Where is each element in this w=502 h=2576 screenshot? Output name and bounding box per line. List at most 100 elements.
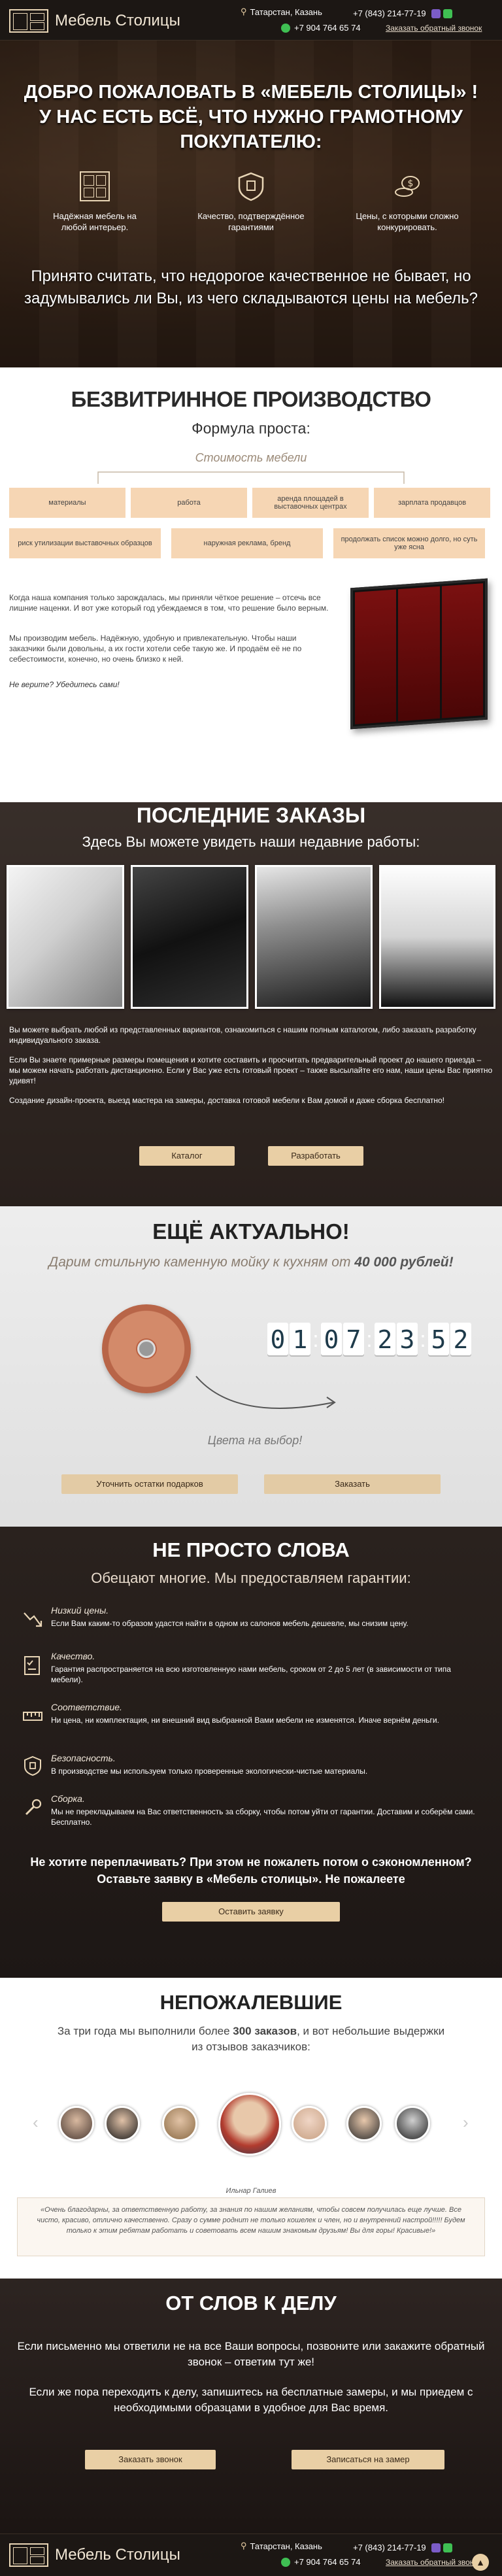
viber-icon[interactable] — [431, 9, 441, 18]
callback-link[interactable]: Заказать обратный звонок — [386, 21, 497, 35]
callback-link[interactable]: Заказать обратный звонок — [386, 2555, 484, 2569]
production-para: Мы производим мебель. Надёжную, удобную … — [9, 634, 302, 664]
cost-card: риск утилизации выставочных образцов — [9, 528, 161, 558]
offer-subtitle: Дарим стильную каменную мойку к кухням о… — [48, 1255, 454, 1270]
phone2[interactable]: +7 904 764 65 74 — [294, 2555, 361, 2569]
contact-section: ОТ СЛОВ К ДЕЛУ Если письменно мы ответил… — [0, 2279, 502, 2534]
avatar[interactable] — [346, 2106, 382, 2141]
contact-text: Если же пора переходить к делу, запишите… — [29, 2386, 473, 2414]
order-button[interactable]: Заказать — [264, 1474, 441, 1494]
carousel-next[interactable]: › — [463, 2112, 469, 2133]
address: ⚲ Татарстан, Казань — [241, 7, 322, 17]
guarantee-item: Низкий цены. Если Вам каким-то образом у… — [22, 1605, 480, 1644]
hero-subtitle: Принято считать, что недорогое качествен… — [24, 267, 478, 307]
request-call-button[interactable]: Заказать звонок — [85, 2450, 216, 2469]
location-pin-icon: ⚲ — [241, 7, 247, 16]
logo-icon — [9, 2543, 48, 2567]
guarantee-item: Качество. Гарантия распространяется на в… — [22, 1651, 480, 1690]
leave-request-button[interactable]: Оставить заявку — [162, 1902, 340, 1922]
gallery-image[interactable] — [379, 865, 495, 1009]
footer-logo[interactable]: Мебель Столицы — [9, 2543, 180, 2567]
feature-item: Качество, подтверждённое гарантиями — [176, 171, 326, 233]
phone2[interactable]: +7 904 764 65 74 — [294, 21, 361, 35]
develop-button[interactable]: Разработать — [268, 1146, 363, 1166]
guarantee-item: Безопасность. В производстве мы использу… — [22, 1753, 480, 1786]
checklist-icon — [24, 1656, 40, 1675]
orders-subtitle: Здесь Вы можете увидеть наши недавние ра… — [82, 834, 420, 850]
contact-title: ОТ СЛОВ К ДЕЛУ — [165, 2292, 337, 2314]
review-text: «Очень благодарны, за ответственную рабо… — [37, 2206, 465, 2235]
guarantees-subtitle: Обещают многие. Мы предоставляем гаранти… — [91, 1570, 411, 1586]
avatar[interactable] — [395, 2106, 430, 2141]
gallery-image[interactable] — [131, 865, 248, 1009]
shield-icon — [24, 1755, 41, 1776]
feature-item: Надёжная мебель на любой интерьер. — [20, 171, 170, 233]
avatar[interactable] — [105, 2106, 140, 2141]
whatsapp-icon[interactable] — [281, 2558, 290, 2567]
timer-digit: 2 — [450, 1323, 471, 1357]
header: Мебель Столицы ⚲ Татарстан, Казань +7 (8… — [0, 0, 502, 41]
whatsapp-icon[interactable] — [443, 9, 452, 18]
orders-para: Вы можете выбрать любой из представленны… — [9, 1025, 477, 1045]
avatar-active[interactable] — [218, 2093, 281, 2156]
timer-digit: 1 — [290, 1323, 310, 1357]
phone1[interactable]: +7 (843) 214-77-19 — [353, 2541, 426, 2555]
gallery-image[interactable] — [255, 865, 373, 1009]
arrow-decoration — [195, 1376, 336, 1409]
avatar[interactable] — [59, 2106, 94, 2141]
reviewer-name: Ильнар Галиев — [226, 2187, 276, 2195]
offer-amount: 40 000 рублей! — [354, 1255, 454, 1270]
reviews-subtitle: За три года мы выполнили более 300 заказ… — [57, 2025, 445, 2053]
offer-section: ЕЩЁ АКТУАЛЬНО! Дарим стильную каменную м… — [0, 1206, 502, 1527]
production-para: Когда наша компания только зарождалась, … — [9, 593, 329, 613]
guarantee-item: Соответствие. Ни цена, ни комплектация, … — [22, 1702, 480, 1741]
timer-digit: 0 — [267, 1323, 288, 1357]
logo[interactable]: Мебель Столицы — [9, 9, 180, 33]
production-para-italic: Не верите? Убедитесь сами! — [9, 680, 120, 689]
check-gifts-button[interactable]: Уточнить остатки подарков — [61, 1474, 238, 1494]
reviews-section: НЕПОЖАЛЕВШИЕ За три года мы выполнили бо… — [0, 1978, 502, 2279]
reviews-title: НЕПОЖАЛЕВШИЕ — [159, 1991, 343, 2014]
formula-brace — [97, 471, 405, 484]
timer-digit: 7 — [343, 1323, 364, 1357]
ruler-icon — [23, 1712, 42, 1721]
carousel-prev[interactable]: ‹ — [33, 2112, 39, 2133]
countdown-timer: 01:07:23:52 — [267, 1323, 473, 1362]
price-label: Стоимость мебели — [195, 451, 307, 464]
timer-digit: 5 — [428, 1323, 449, 1357]
catalog-button[interactable]: Каталог — [139, 1146, 235, 1166]
guarantees-section: НЕ ПРОСТО СЛОВА Обещают многие. Мы предо… — [0, 1527, 502, 1978]
avatar[interactable] — [162, 2106, 197, 2141]
avatar[interactable] — [292, 2106, 327, 2141]
coins-icon: $ — [395, 176, 420, 197]
cost-card: продолжать список можно долго, но суть у… — [333, 528, 485, 558]
gallery-image[interactable] — [7, 865, 124, 1009]
guarantee-item: Сборка. Мы не перекладываем на Вас ответ… — [22, 1793, 480, 1833]
chart-down-icon — [24, 1612, 42, 1627]
footer-address: ⚲ Татарстан, Казань — [241, 2541, 322, 2551]
timer-digit: 2 — [375, 1323, 395, 1357]
orders-count: 300 заказов — [233, 2025, 297, 2037]
cost-card: материалы — [9, 488, 126, 518]
location-pin-icon: ⚲ — [241, 2541, 247, 2551]
svg-text:$: $ — [408, 178, 414, 189]
footer: Мебель Столицы ⚲ Татарстан, Казань +7 (8… — [0, 2534, 502, 2576]
timer-digit: 3 — [397, 1323, 418, 1357]
guarantees-title: НЕ ПРОСТО СЛОВА — [152, 1538, 350, 1561]
wrench-icon — [25, 1799, 42, 1816]
whatsapp-icon[interactable] — [443, 2543, 452, 2552]
viber-icon[interactable] — [431, 2543, 441, 2552]
book-measure-button[interactable]: Записаться на замер — [292, 2450, 444, 2469]
whatsapp-icon[interactable] — [281, 24, 290, 33]
phone1[interactable]: +7 (843) 214-77-19 — [353, 7, 426, 21]
feature-item: $ Цены, с которыми сложно конкурировать. — [332, 171, 482, 233]
production-section: БЕЗВИТРИННОЕ ПРОИЗВОДСТВО Формула проста… — [0, 367, 502, 802]
logo-text: Мебель Столицы — [55, 2546, 180, 2564]
review-box: «Очень благодарны, за ответственную рабо… — [17, 2197, 485, 2256]
production-title: БЕЗВИТРИННОЕ ПРОИЗВОДСТВО — [71, 387, 431, 411]
offer-title: ЕЩЁ АКТУАЛЬНО! — [152, 1219, 350, 1244]
hero-features: Надёжная мебель на любой интерьер. Качес… — [20, 171, 482, 250]
scroll-top-button[interactable]: ▲ — [472, 2554, 489, 2571]
orders-gallery — [7, 865, 495, 1015]
hero-title: ДОБРО ПОЖАЛОВАТЬ В «МЕБЕЛЬ СТОЛИЦЫ» ! У … — [24, 82, 478, 152]
